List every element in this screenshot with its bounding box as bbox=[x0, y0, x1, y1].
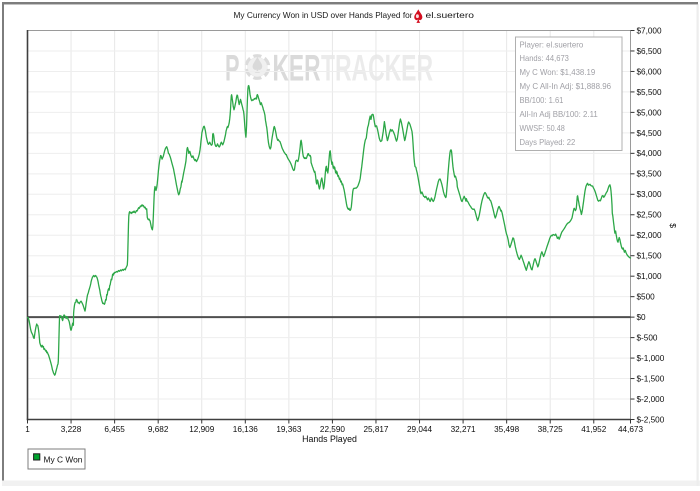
svg-text:25,817: 25,817 bbox=[363, 425, 388, 434]
svg-text:3,228: 3,228 bbox=[61, 425, 82, 434]
svg-text:12,909: 12,909 bbox=[189, 425, 214, 434]
svg-text:P: P bbox=[225, 47, 240, 89]
svg-text:$6,000: $6,000 bbox=[637, 67, 662, 76]
svg-text:All-In Adj BB/100: 2.11: All-In Adj BB/100: 2.11 bbox=[520, 110, 599, 119]
svg-text:22,590: 22,590 bbox=[320, 425, 345, 434]
svg-text:38,725: 38,725 bbox=[538, 425, 563, 434]
svg-text:el.suertero: el.suertero bbox=[426, 10, 475, 20]
svg-text:$-1,500: $-1,500 bbox=[637, 374, 665, 383]
svg-text:BB/100: 1.61: BB/100: 1.61 bbox=[520, 96, 564, 105]
svg-text:$3,500: $3,500 bbox=[637, 170, 662, 179]
svg-text:$-2,500: $-2,500 bbox=[637, 415, 665, 424]
svg-text:6,455: 6,455 bbox=[104, 425, 125, 434]
svg-text:29,044: 29,044 bbox=[407, 425, 432, 434]
svg-text:$7,000: $7,000 bbox=[637, 26, 662, 35]
svg-text:16,136: 16,136 bbox=[233, 425, 258, 434]
svg-text:9,682: 9,682 bbox=[148, 425, 169, 434]
svg-text:$3,000: $3,000 bbox=[637, 190, 662, 199]
svg-text:$-2,000: $-2,000 bbox=[637, 395, 665, 404]
svg-text:TRACKER: TRACKER bbox=[321, 47, 433, 89]
svg-text:44,673: 44,673 bbox=[618, 425, 643, 434]
svg-text:$5,500: $5,500 bbox=[637, 88, 662, 97]
svg-text:$-1,000: $-1,000 bbox=[637, 354, 665, 363]
svg-text:$6,500: $6,500 bbox=[637, 47, 662, 56]
svg-text:$500: $500 bbox=[637, 293, 656, 302]
svg-text:35,498: 35,498 bbox=[494, 425, 519, 434]
svg-text:$1,500: $1,500 bbox=[637, 252, 662, 261]
svg-text:$2,500: $2,500 bbox=[637, 211, 662, 220]
svg-text:41,952: 41,952 bbox=[581, 425, 606, 434]
svg-text:KER: KER bbox=[273, 47, 321, 89]
svg-text:$-500: $-500 bbox=[637, 334, 658, 343]
svg-text:$4,000: $4,000 bbox=[637, 149, 662, 158]
svg-text:32,271: 32,271 bbox=[451, 425, 476, 434]
svg-text:$1,000: $1,000 bbox=[637, 272, 662, 281]
svg-text:19,363: 19,363 bbox=[276, 425, 301, 434]
svg-text:Player: el.suertero: Player: el.suertero bbox=[520, 40, 584, 49]
svg-text:$0: $0 bbox=[637, 313, 647, 322]
svg-text:$5,000: $5,000 bbox=[637, 108, 662, 117]
svg-text:WWSF: 50.48: WWSF: 50.48 bbox=[520, 124, 566, 133]
svg-text:$: $ bbox=[668, 223, 678, 228]
svg-text:Hands: 44,673: Hands: 44,673 bbox=[520, 54, 570, 63]
svg-text:My C All-In Adj: $1,888.96: My C All-In Adj: $1,888.96 bbox=[520, 82, 612, 91]
svg-text:My Currency Won in USD over Ha: My Currency Won in USD over Hands Played… bbox=[234, 10, 413, 20]
svg-text:Days Played: 22: Days Played: 22 bbox=[520, 138, 576, 147]
svg-text:1: 1 bbox=[25, 425, 30, 434]
svg-text:Hands Played: Hands Played bbox=[302, 434, 357, 444]
svg-text:$4,500: $4,500 bbox=[637, 129, 662, 138]
svg-text:My C Won: $1,438.19: My C Won: $1,438.19 bbox=[520, 68, 596, 77]
svg-text:My C Won: My C Won bbox=[44, 454, 83, 464]
svg-text:$2,000: $2,000 bbox=[637, 231, 662, 240]
